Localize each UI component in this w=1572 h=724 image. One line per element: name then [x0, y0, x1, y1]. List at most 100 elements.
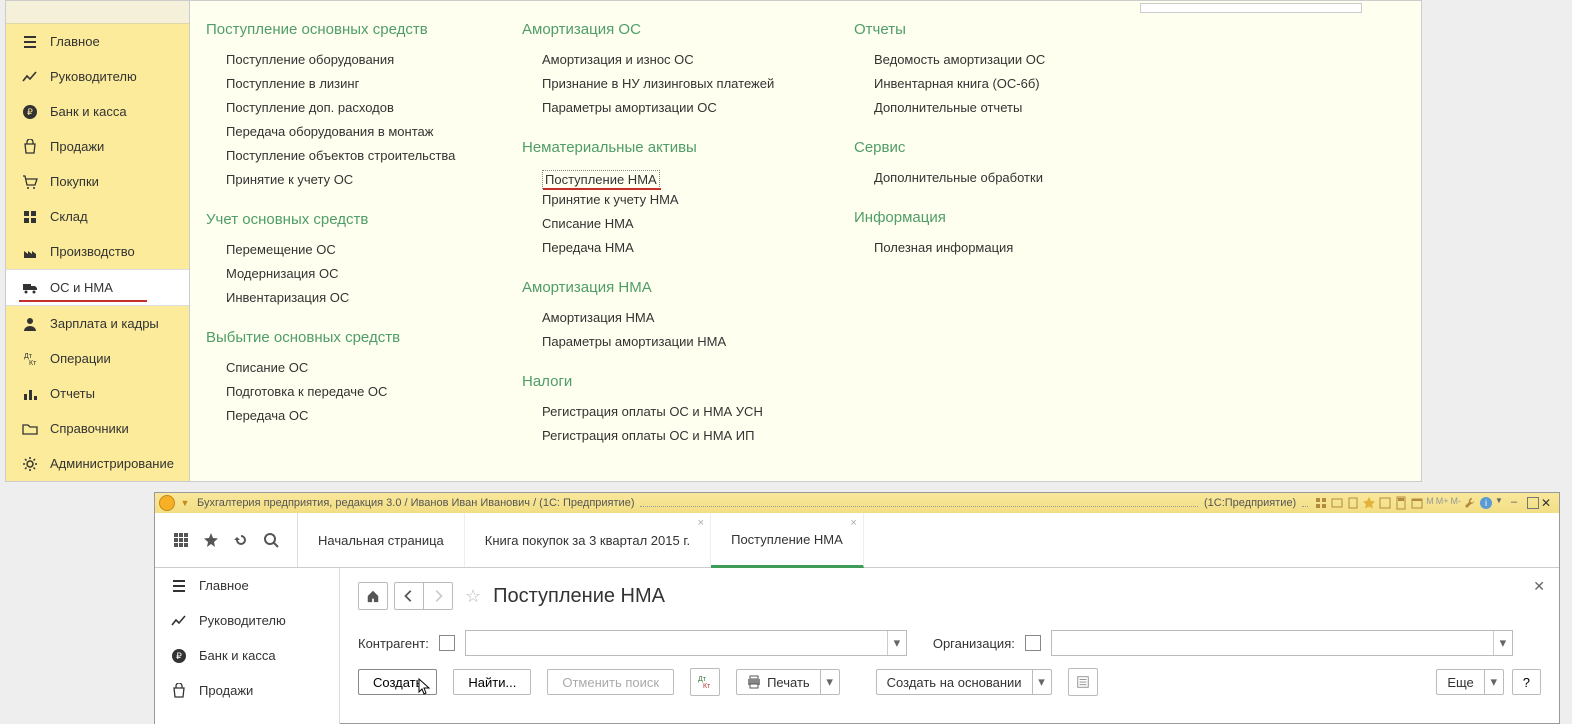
sidebar-item-sales[interactable]: Продажи [6, 129, 189, 164]
calc-icon[interactable] [1394, 496, 1408, 510]
info-icon[interactable]: i [1479, 496, 1493, 510]
close-icon[interactable]: ✕ [1541, 496, 1555, 510]
toolbar-icon[interactable] [1346, 496, 1360, 510]
forward-button[interactable] [424, 582, 453, 610]
toolbar-text[interactable]: M- [1451, 496, 1462, 510]
dropdown-icon[interactable]: ▼ [1495, 496, 1509, 510]
link-prepare-transfer-os[interactable]: Подготовка к передаче ОС [226, 384, 466, 399]
sidebar-label: Администрирование [50, 456, 174, 471]
link-useful-info[interactable]: Полезная информация [874, 240, 1114, 255]
sidebar-item-manager[interactable]: Руководителю [6, 59, 189, 94]
chevron-down-icon[interactable]: ▾ [1493, 631, 1512, 655]
organization-checkbox[interactable] [1025, 635, 1041, 651]
link-accept-nma[interactable]: Принятие к учету НМА [542, 192, 782, 207]
organization-input[interactable] [1052, 631, 1493, 655]
link-additional-processing[interactable]: Дополнительные обработки [874, 170, 1114, 185]
toolbar-icon[interactable] [1330, 496, 1344, 510]
secondary-sidebar: Главное Руководителю ₽Банк и касса Прода… [155, 568, 340, 724]
organization-combo[interactable]: ▾ [1051, 630, 1513, 656]
calendar-icon[interactable] [1410, 496, 1424, 510]
sidebar-item-purchases[interactable]: Покупки [6, 164, 189, 199]
link-transfer-nma[interactable]: Передача НМА [542, 240, 782, 255]
star-icon[interactable] [203, 532, 219, 548]
link-inventory-os[interactable]: Инвентаризация ОС [226, 290, 466, 305]
sidebar-item-directories[interactable]: Справочники [6, 411, 189, 446]
minimize-icon[interactable]: – [1511, 496, 1525, 510]
link-transfer-os[interactable]: Передача ОС [226, 408, 466, 423]
link-writeoff-os[interactable]: Списание ОС [226, 360, 466, 375]
tab-close-icon[interactable]: × [698, 517, 704, 529]
chevron-down-icon[interactable]: ▾ [1485, 669, 1504, 695]
history-icon[interactable] [233, 532, 249, 548]
find-button[interactable]: Найти... [453, 669, 531, 695]
link-inventory-book[interactable]: Инвентарная книга (ОС-6б) [874, 76, 1114, 91]
link-payreg-usn[interactable]: Регистрация оплаты ОС и НМА УСН [542, 404, 782, 419]
counterparty-checkbox[interactable] [439, 635, 455, 651]
dt-kt-button[interactable]: ДтКт [690, 668, 720, 696]
toolbar-icon[interactable] [1314, 496, 1328, 510]
chevron-down-icon[interactable]: ▾ [1033, 669, 1052, 695]
chevron-down-icon[interactable]: ▾ [887, 631, 906, 655]
link-receipt-equipment[interactable]: Поступление оборудования [226, 52, 466, 67]
link-recognition-leasing[interactable]: Признание в НУ лизинговых платежей [542, 76, 782, 91]
search-icon[interactable] [263, 532, 279, 548]
chevron-down-icon[interactable]: ▾ [821, 669, 840, 695]
tab-purchase-book[interactable]: Книга покупок за 3 квартал 2015 г.× [465, 513, 711, 567]
sidebar2-item-main[interactable]: Главное [155, 568, 339, 603]
link-depreciation-params-nma[interactable]: Параметры амортизации НМА [542, 334, 782, 349]
link-receipt-nma[interactable]: Поступление НМА [542, 170, 660, 189]
sidebar-item-os-nma[interactable]: ОС и НМА [6, 269, 189, 306]
home-button[interactable] [358, 582, 388, 610]
sidebar-item-production[interactable]: Производство [6, 234, 189, 269]
link-additional-reports[interactable]: Дополнительные отчеты [874, 100, 1114, 115]
help-button[interactable]: ? [1512, 669, 1541, 695]
link-depreciation-sheet[interactable]: Ведомость амортизации ОС [874, 52, 1114, 67]
back-button[interactable] [394, 582, 424, 610]
link-modernize-os[interactable]: Модернизация ОС [226, 266, 466, 281]
print-split-button[interactable]: Печать ▾ [736, 669, 840, 695]
counterparty-combo[interactable]: ▾ [465, 630, 907, 656]
tab-receipt-nma[interactable]: Поступление НМА× [711, 513, 864, 568]
sidebar-item-operations[interactable]: ДтКт Операции [6, 341, 189, 376]
group-header: Сервис [854, 139, 1114, 156]
link-receipt-add-costs[interactable]: Поступление доп. расходов [226, 100, 466, 115]
toolbar-text[interactable]: M+ [1436, 496, 1449, 510]
sidebar-item-salary[interactable]: Зарплата и кадры [6, 306, 189, 341]
window-titlebar[interactable]: ▼ Бухгалтерия предприятия, редакция 3.0 … [155, 493, 1559, 513]
toolbar-text[interactable]: M [1426, 496, 1434, 510]
sidebar-item-warehouse[interactable]: Склад [6, 199, 189, 234]
sidebar-item-main[interactable]: Главное [6, 24, 189, 59]
counterparty-input[interactable] [466, 631, 887, 655]
wrench-icon[interactable] [1463, 496, 1477, 510]
create-button[interactable]: Создать [358, 669, 437, 695]
link-accept-os[interactable]: Принятие к учету ОС [226, 172, 466, 187]
dropdown-icon[interactable]: ▼ [179, 497, 191, 509]
apps-icon[interactable] [173, 532, 189, 548]
cancel-search-button[interactable]: Отменить поиск [547, 669, 674, 695]
tab-close-icon[interactable]: × [850, 517, 856, 529]
sidebar-item-reports[interactable]: Отчеты [6, 376, 189, 411]
sidebar2-item-manager[interactable]: Руководителю [155, 603, 339, 638]
link-move-os[interactable]: Перемещение ОС [226, 242, 466, 257]
more-split-button[interactable]: Еще ▾ [1436, 669, 1503, 695]
link-receipt-leasing[interactable]: Поступление в лизинг [226, 76, 466, 91]
link-payreg-ip[interactable]: Регистрация оплаты ОС и НМА ИП [542, 428, 782, 443]
sidebar2-item-sales[interactable]: Продажи [155, 673, 339, 708]
close-icon[interactable]: ✕ [1533, 578, 1545, 595]
link-depreciation-params-os[interactable]: Параметры амортизации ОС [542, 100, 782, 115]
list-settings-button[interactable] [1068, 668, 1098, 696]
toolbar-icon[interactable] [1378, 496, 1392, 510]
sidebar-item-bank[interactable]: ₽ Банк и касса [6, 94, 189, 129]
sidebar2-item-bank[interactable]: ₽Банк и касса [155, 638, 339, 673]
sidebar-item-admin[interactable]: Администрирование [6, 446, 189, 481]
link-transfer-equipment-mount[interactable]: Передача оборудования в монтаж [226, 124, 466, 139]
link-writeoff-nma[interactable]: Списание НМА [542, 216, 782, 231]
link-depreciation-os[interactable]: Амортизация и износ ОС [542, 52, 782, 67]
maximize-icon[interactable] [1527, 497, 1539, 509]
link-depreciation-nma[interactable]: Амортизация НМА [542, 310, 782, 325]
favorite-outline-icon[interactable]: ☆ [465, 586, 481, 607]
create-based-split-button[interactable]: Создать на основании ▾ [876, 669, 1052, 695]
tab-start-page[interactable]: Начальная страница [298, 513, 465, 567]
favorite-icon[interactable] [1362, 496, 1376, 510]
link-receipt-construction[interactable]: Поступление объектов строительства [226, 148, 466, 163]
